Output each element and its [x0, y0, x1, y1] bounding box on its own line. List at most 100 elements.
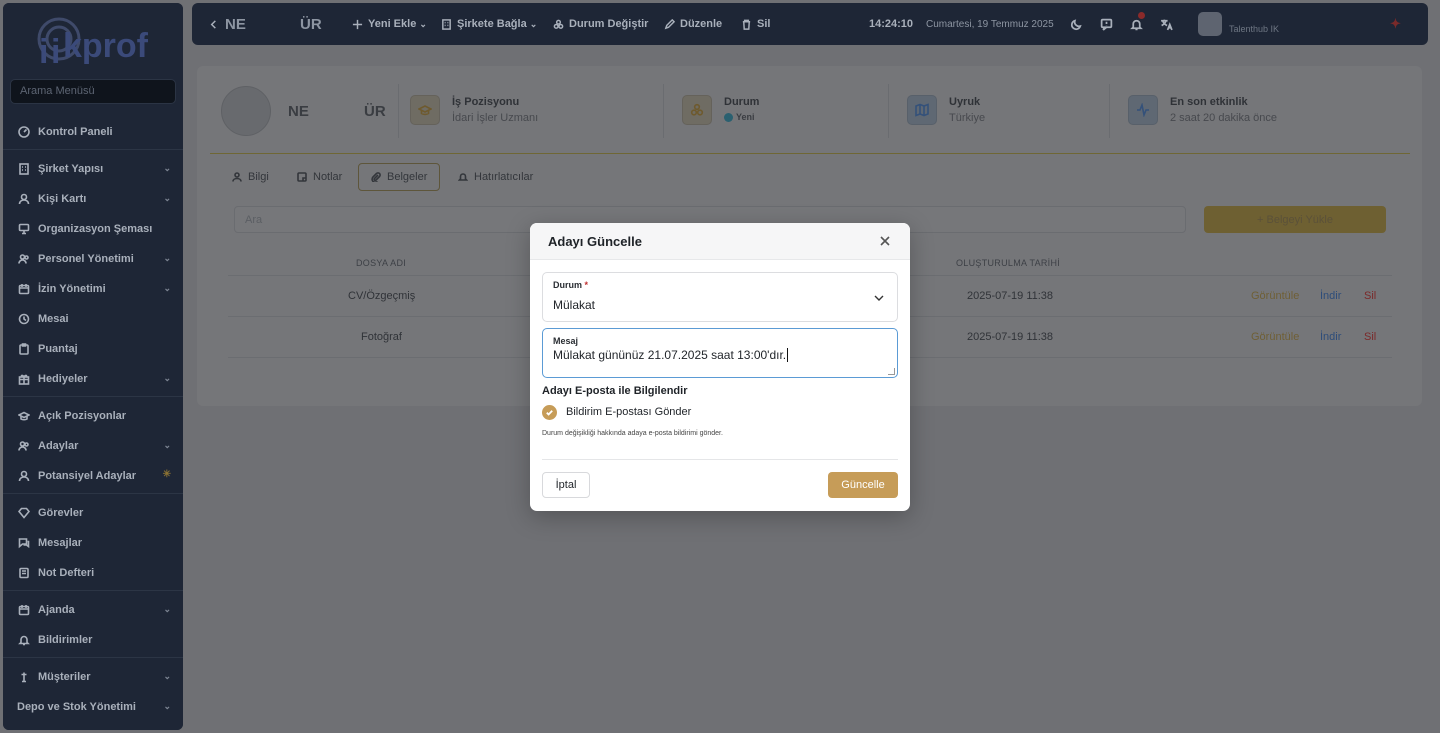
- users-icon: [17, 252, 31, 266]
- candidate-name-last: ÜR: [300, 15, 322, 33]
- chevron-down-icon: ⌄: [163, 440, 171, 450]
- message-alert-icon: [1100, 18, 1113, 31]
- link-company-button[interactable]: Şirkete Bağla ⌄: [441, 3, 537, 45]
- vertical-divider: [663, 84, 664, 138]
- sidebar-item-company-structure[interactable]: Şirket Yapısı ⌄: [3, 157, 183, 181]
- update-button[interactable]: Güncelle: [828, 472, 898, 498]
- sidebar-item-candidates[interactable]: Adaylar ⌄: [3, 434, 183, 458]
- back-button[interactable]: [208, 3, 224, 45]
- chevron-down-icon[interactable]: [873, 291, 885, 309]
- profile-name-last: ÜR: [364, 103, 386, 120]
- new-add-label: Yeni Ekle: [368, 18, 417, 30]
- status-label-text: Durum: [553, 280, 582, 290]
- sidebar-item-person-card[interactable]: Kişi Kartı ⌄: [3, 187, 183, 211]
- status-title: Durum: [724, 96, 760, 108]
- tab-documents[interactable]: Belgeler: [358, 163, 441, 191]
- close-icon[interactable]: [878, 234, 892, 248]
- send-email-label[interactable]: Bildirim E-postası Gönder: [566, 406, 691, 418]
- created-date: 2025-07-19 11:38: [967, 290, 1054, 302]
- svg-text:i: i: [39, 33, 48, 71]
- chevron-down-icon: ⌄: [163, 283, 171, 293]
- download-link[interactable]: İndir: [1320, 290, 1341, 302]
- user-menu[interactable]: Talenthub IK: [1198, 3, 1279, 45]
- clock: 14:24:10: [869, 18, 914, 30]
- sidebar-item-label: Açık Pozisyonlar: [38, 410, 127, 422]
- view-link[interactable]: Görüntüle: [1251, 331, 1299, 343]
- view-link[interactable]: Görüntüle: [1251, 290, 1299, 302]
- sidebar-item-label: Organizasyon Şeması: [38, 223, 153, 235]
- file-name: CV/Özgeçmiş: [348, 290, 416, 302]
- vertical-divider: [888, 84, 889, 138]
- chevron-down-icon: ⌄: [163, 604, 171, 614]
- status-field-label: Durum *: [553, 280, 588, 290]
- sidebar-item-personnel[interactable]: Personel Yönetimi ⌄: [3, 247, 183, 271]
- chevron-down-icon: ⌄: [163, 373, 171, 383]
- sidebar-item-dashboard[interactable]: Kontrol Paneli: [3, 120, 183, 144]
- sidebar-item-label: Kontrol Paneli: [38, 126, 113, 138]
- change-status-button[interactable]: Durum Değiştir: [553, 3, 648, 45]
- power-icon[interactable]: ✦: [1390, 3, 1401, 45]
- sidebar-item-overtime[interactable]: Mesai: [3, 307, 183, 331]
- message-textarea[interactable]: Mesaj Mülakat gününüz 21.07.2025 saat 13…: [542, 328, 898, 378]
- dialog-divider: [542, 459, 898, 460]
- language-button[interactable]: [1160, 3, 1173, 45]
- sidebar-item-customers[interactable]: Müşteriler ⌄: [3, 665, 183, 689]
- calendar-icon: [17, 282, 31, 296]
- position-info: İş Pozisyonu İdari İşler Uzmanı: [410, 95, 538, 125]
- translate-icon: [1161, 19, 1173, 30]
- cancel-button[interactable]: İptal: [542, 472, 590, 498]
- sidebar-item-messages[interactable]: Mesajlar: [3, 531, 183, 555]
- tab-notes[interactable]: Notlar: [285, 163, 354, 191]
- notifications-button[interactable]: [1130, 3, 1145, 45]
- sidebar-item-leave[interactable]: İzin Yönetimi ⌄: [3, 277, 183, 301]
- edit-button[interactable]: Düzenle: [664, 3, 722, 45]
- chevron-down-icon: ⌄: [419, 18, 427, 29]
- sidebar-item-notifications[interactable]: Bildirimler: [3, 628, 183, 652]
- notebook-icon: [17, 566, 31, 580]
- sidebar-divider: [3, 657, 183, 658]
- new-add-button[interactable]: Yeni Ekle ⌄: [352, 3, 427, 45]
- sidebar-item-tasks[interactable]: Görevler: [3, 501, 183, 525]
- sidebar-item-warehouse[interactable]: Depo ve Stok Yönetimi ⌄: [3, 695, 183, 719]
- message-text: Mülakat gününüz 21.07.2025 saat 13:00'dı…: [553, 348, 787, 362]
- delete-button[interactable]: Sil: [741, 3, 770, 45]
- sidebar-item-timesheet[interactable]: Puantaj: [3, 337, 183, 361]
- delete-link[interactable]: Sil: [1364, 331, 1376, 343]
- graduation-cap-icon: [410, 95, 440, 125]
- sidebar-item-gifts[interactable]: Hediyeler ⌄: [3, 367, 183, 391]
- tab-label: Bilgi: [248, 171, 269, 183]
- upload-document-button[interactable]: + Belgeyi Yükle: [1204, 206, 1386, 233]
- brand-logo[interactable]: i i kprof: [37, 13, 159, 71]
- user-card-icon: [17, 192, 31, 206]
- dark-mode-toggle[interactable]: [1070, 3, 1083, 45]
- file-name: Fotoğraf: [361, 331, 402, 343]
- position-title: İş Pozisyonu: [452, 96, 520, 108]
- chat-icon: [17, 536, 31, 550]
- created-date: 2025-07-19 11:38: [967, 331, 1054, 343]
- send-email-checkbox[interactable]: [542, 405, 557, 420]
- map-icon: [907, 95, 937, 125]
- moon-icon: [1070, 18, 1082, 30]
- sidebar-item-label: Adaylar: [38, 440, 79, 452]
- paperclip-icon: [371, 172, 381, 182]
- status-select[interactable]: Durum * Mülakat: [542, 272, 898, 322]
- sidebar-item-agenda[interactable]: Ajanda ⌄: [3, 598, 183, 622]
- sidebar-item-org-chart[interactable]: Organizasyon Şeması: [3, 217, 183, 241]
- menu-search-input[interactable]: Arama Menüsü: [10, 79, 176, 104]
- sidebar-item-notebook[interactable]: Not Defteri: [3, 561, 183, 585]
- bell-icon: [1130, 19, 1143, 30]
- sidebar-item-label: Hediyeler: [38, 373, 88, 385]
- delete-link[interactable]: Sil: [1364, 290, 1376, 302]
- tab-label: Hatırlatıcılar: [474, 171, 534, 183]
- feedback-button[interactable]: [1100, 3, 1113, 45]
- resize-handle[interactable]: [888, 368, 895, 375]
- tab-info[interactable]: Bilgi: [220, 163, 281, 191]
- download-link[interactable]: İndir: [1320, 331, 1341, 343]
- tab-reminders[interactable]: Hatırlatıcılar: [446, 163, 545, 191]
- sidebar-item-potential-candidates[interactable]: Potansiyel Adaylar ✳: [3, 464, 183, 488]
- org-chart-icon: [17, 222, 31, 236]
- dialog-title: Adayı Güncelle: [548, 233, 642, 249]
- building-icon: [17, 162, 31, 176]
- sidebar-item-open-positions[interactable]: Açık Pozisyonlar: [3, 404, 183, 428]
- sidebar-divider: [3, 149, 183, 150]
